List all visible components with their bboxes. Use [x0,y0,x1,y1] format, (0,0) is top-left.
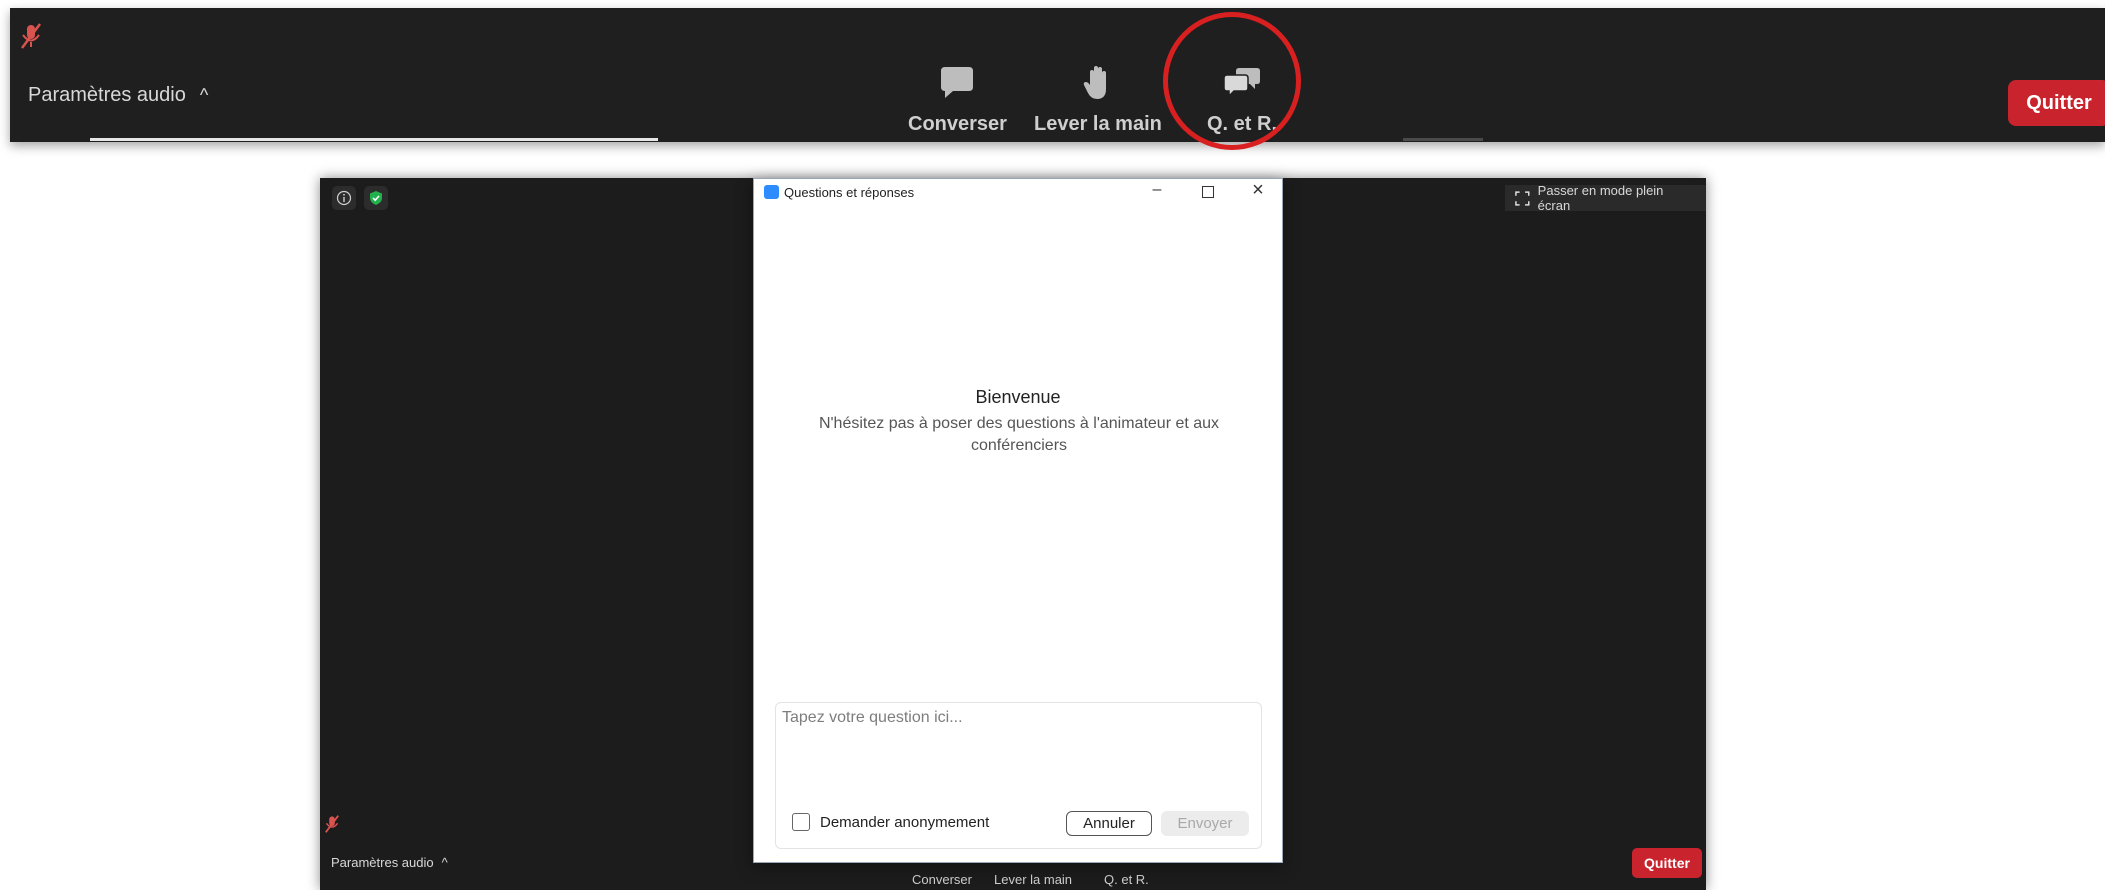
welcome-description: N'hésitez pas à poser des questions à l'… [818,415,1220,454]
quit-button[interactable]: Quitter [2008,80,2105,126]
audio-level-bar [90,138,658,141]
question-composer: Demander anonymement Annuler Envoyer [775,702,1262,849]
raise-hand-button[interactable]: Lever la main [1034,63,1162,136]
fullscreen-button[interactable]: Passer en mode plein écran [1505,183,1706,213]
chat-button[interactable]: Converser [908,63,1007,136]
shield-check-icon[interactable] [364,186,388,210]
toolbar-divider [1403,138,1483,141]
minimize-icon[interactable]: – [1142,181,1172,203]
muted-microphone-icon[interactable] [323,814,341,834]
highlight-circle [1163,12,1301,150]
chevron-up-icon: ^ [441,855,448,870]
muted-microphone-icon[interactable] [18,22,44,50]
cancel-button[interactable]: Annuler [1066,811,1152,836]
fullscreen-label: Passer en mode plein écran [1537,183,1664,213]
anonymous-toggle[interactable]: Demander anonymement [792,813,989,831]
chat-button[interactable]: Converser [912,872,972,887]
raise-hand-label: Lever la main [1034,113,1162,135]
send-button[interactable]: Envoyer [1161,811,1249,836]
question-input[interactable] [782,709,1252,789]
info-icon[interactable] [332,186,356,210]
zoom-app-icon [764,185,779,199]
close-icon[interactable]: × [1242,179,1274,203]
audio-settings-button[interactable]: Paramètres audio ^ [331,855,448,870]
fullscreen-icon [1515,190,1530,206]
qa-button[interactable]: Q. et R. [1104,872,1149,887]
top-toolbar: Paramètres audio ^ Converser Lever la ma… [10,8,2105,142]
chat-bubble-icon [941,67,974,98]
audio-settings-button[interactable]: Paramètres audio ^ [28,84,208,107]
dialog-title: Questions et réponses [784,185,915,200]
chevron-up-icon: ^ [199,85,209,105]
anonymous-label: Demander anonymement [820,813,990,831]
audio-settings-label: Paramètres audio [28,84,186,106]
maximize-icon[interactable] [1193,181,1223,203]
chat-label: Converser [908,113,1007,135]
raise-hand-button[interactable]: Lever la main [994,872,1072,887]
quit-button[interactable]: Quitter [1632,848,1702,878]
dialog-titlebar[interactable]: Questions et réponses – × [754,179,1282,205]
audio-settings-label: Paramètres audio [331,855,434,870]
qa-dialog: Questions et réponses – × Bienvenue N'hé… [753,178,1283,863]
raised-hand-icon [1083,66,1106,99]
welcome-heading: Bienvenue [975,387,1061,407]
anonymous-checkbox[interactable] [792,813,810,831]
